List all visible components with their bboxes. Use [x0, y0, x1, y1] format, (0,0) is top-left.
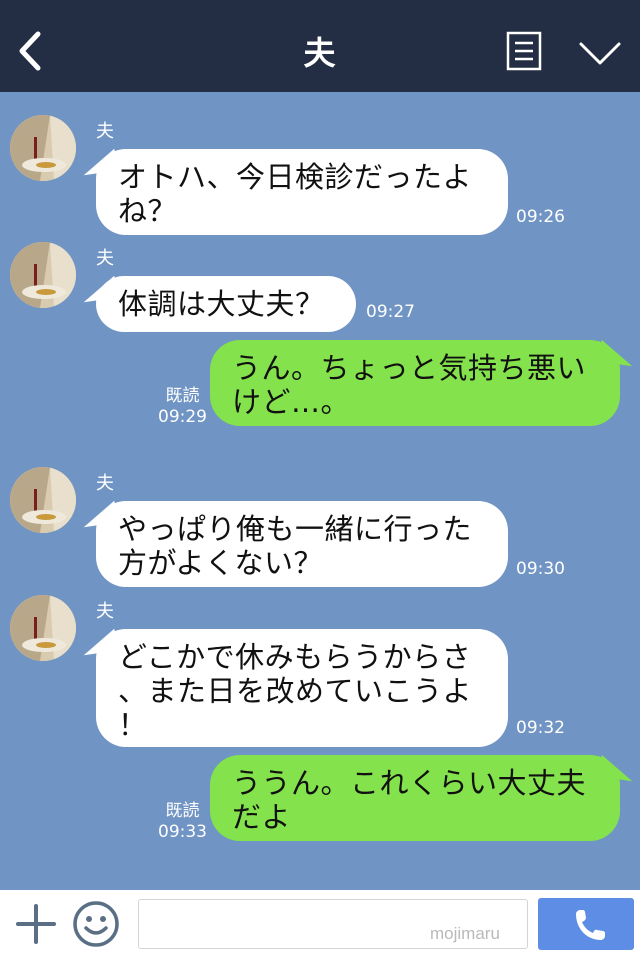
message-line: うん。ちょっと気持ち悪い	[232, 351, 587, 385]
avatar[interactable]	[10, 467, 76, 533]
avatar[interactable]	[10, 115, 76, 181]
read-label: 既読	[165, 801, 200, 821]
message-line: けど…。	[232, 385, 351, 419]
message-row: 既読 09:33 ううん。これくらい大丈夫 だよ	[0, 755, 640, 845]
read-label: 既読	[165, 386, 200, 406]
message-line: だよ	[232, 800, 292, 834]
message-line: 方がよくない？	[118, 546, 324, 580]
sender-name: 夫	[96, 248, 114, 269]
message-line: ね？	[118, 194, 178, 228]
incoming-message-bubble[interactable]: やっぱり俺も一緒に行った 方がよくない？	[96, 501, 508, 587]
call-button[interactable]	[538, 898, 634, 950]
message-line: 、また日を改めていこうよ	[118, 674, 473, 708]
message-time: 09:32	[516, 718, 565, 738]
message-row: 夫 やっぱり俺も一緒に行った 方がよくない？ 09:30	[0, 467, 640, 592]
chevron-down-icon[interactable]	[578, 38, 622, 68]
plus-icon[interactable]	[14, 902, 58, 946]
avatar[interactable]	[10, 242, 76, 308]
avatar[interactable]	[10, 595, 76, 661]
watermark: mojimaru	[430, 924, 500, 943]
message-row: 夫 体調は大丈夫？ 09:27	[0, 242, 640, 332]
chat-header: 夫	[0, 0, 640, 92]
message-line: ううん。これくらい大丈夫	[232, 766, 587, 800]
sender-name: 夫	[96, 473, 114, 494]
message-time: 09:27	[366, 302, 415, 322]
message-list[interactable]: 夫 オトハ、今日検診だったよ ね？ 09:26 夫 体調は大丈夫？ 09:27 …	[0, 92, 640, 890]
message-line: ！	[118, 708, 148, 742]
message-line: オトハ、今日検診だったよ	[118, 160, 473, 194]
message-row: 夫 オトハ、今日検診だったよ ね？ 09:26	[0, 115, 640, 240]
message-line: 体調は大丈夫？	[118, 287, 325, 321]
input-bar: mojimaru	[0, 890, 640, 960]
sender-name: 夫	[96, 121, 114, 142]
list-icon[interactable]	[506, 31, 542, 71]
message-time: 09:29	[158, 407, 207, 427]
message-time: 09:30	[516, 559, 565, 579]
message-time: 09:33	[158, 822, 207, 842]
incoming-message-bubble[interactable]: どこかで休みもらうからさ 、また日を改めていこうよ ！	[96, 629, 508, 747]
read-receipt: 既読 09:29	[158, 386, 207, 428]
chat-title: 夫	[303, 34, 337, 72]
read-receipt: 既読 09:33	[158, 801, 207, 843]
message-time: 09:26	[516, 207, 565, 227]
message-line: やっぱり俺も一緒に行った	[118, 512, 473, 546]
outgoing-message-bubble[interactable]: ううん。これくらい大丈夫 だよ	[210, 755, 620, 841]
phone-icon	[576, 910, 605, 940]
incoming-message-bubble[interactable]: 体調は大丈夫？	[96, 276, 356, 332]
message-row: 夫 どこかで休みもらうからさ 、また日を改めていこうよ ！ 09:32	[0, 595, 640, 755]
sender-name: 夫	[96, 601, 114, 622]
outgoing-message-bubble[interactable]: うん。ちょっと気持ち悪い けど…。	[210, 340, 620, 426]
incoming-message-bubble[interactable]: オトハ、今日検診だったよ ね？	[96, 149, 508, 235]
message-line: どこかで休みもらうからさ	[118, 640, 472, 674]
message-row: 既読 09:29 うん。ちょっと気持ち悪い けど…。	[0, 340, 640, 430]
smiley-icon[interactable]	[72, 900, 120, 948]
